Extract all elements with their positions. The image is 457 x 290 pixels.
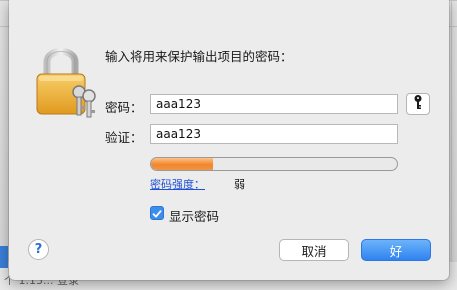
verify-label: 验证： (105, 130, 143, 145)
password-strength-link[interactable]: 密码强度： (150, 176, 205, 192)
dialog-prompt: 输入将用来保护输出项目的密码： (105, 49, 293, 64)
help-button[interactable]: ? (28, 239, 49, 260)
show-password-checkbox[interactable] (150, 206, 164, 220)
password-strength-value: 弱 (234, 178, 245, 191)
password-label: 密码： (105, 100, 143, 115)
password-strength-fill (151, 158, 213, 170)
key-icon (413, 94, 423, 114)
password-dialog: 输入将用来保护输出项目的密码： 密码： 验证： 密码强度： 弱 显示密码 ? 取… (9, 0, 449, 280)
password-strength-meter (150, 157, 398, 171)
password-assistant-button[interactable] (406, 93, 430, 115)
lock-with-keys-icon (33, 40, 103, 120)
verify-field[interactable] (150, 124, 398, 144)
cancel-button[interactable]: 取消 (279, 239, 349, 261)
checkmark-icon (152, 204, 162, 223)
password-field[interactable] (150, 94, 398, 114)
background-divider (451, 0, 452, 290)
background-selection-marker (0, 246, 8, 268)
ok-button[interactable]: 好 (361, 239, 431, 261)
show-password-label[interactable]: 显示密码 (169, 206, 219, 225)
